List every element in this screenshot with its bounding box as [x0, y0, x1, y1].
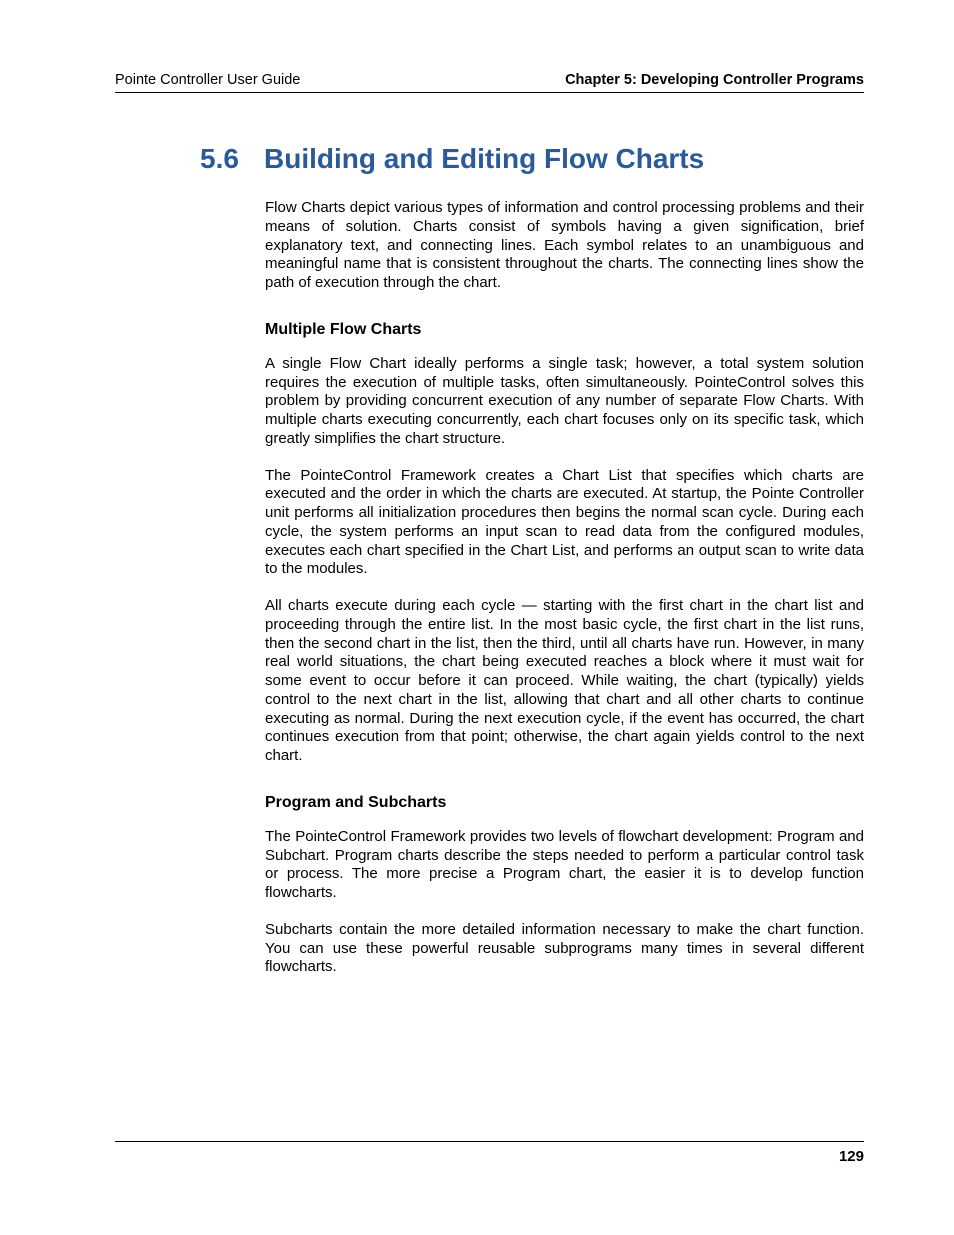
subheading-multiple-flow-charts: Multiple Flow Charts	[265, 321, 864, 339]
section-heading: 5.6 Building and Editing Flow Charts	[200, 143, 864, 175]
page-footer: 129	[115, 1141, 864, 1165]
intro-paragraph: Flow Charts depict various types of info…	[265, 199, 864, 293]
subheading-program-and-subcharts: Program and Subcharts	[265, 794, 864, 812]
paragraph: All charts execute during each cycle — s…	[265, 597, 864, 766]
paragraph: Subcharts contain the more detailed info…	[265, 921, 864, 977]
body-column: Flow Charts depict various types of info…	[265, 199, 864, 977]
paragraph: A single Flow Chart ideally performs a s…	[265, 355, 864, 449]
paragraph: The PointeControl Framework creates a Ch…	[265, 467, 864, 580]
page-header: Pointe Controller User Guide Chapter 5: …	[115, 72, 864, 93]
header-doc-title: Pointe Controller User Guide	[115, 72, 300, 88]
page-number: 129	[839, 1148, 864, 1165]
document-page: Pointe Controller User Guide Chapter 5: …	[0, 0, 954, 1235]
paragraph: The PointeControl Framework provides two…	[265, 828, 864, 903]
header-chapter-title: Chapter 5: Developing Controller Program…	[565, 72, 864, 88]
section-title: Building and Editing Flow Charts	[264, 143, 704, 175]
section-number: 5.6	[200, 143, 264, 175]
